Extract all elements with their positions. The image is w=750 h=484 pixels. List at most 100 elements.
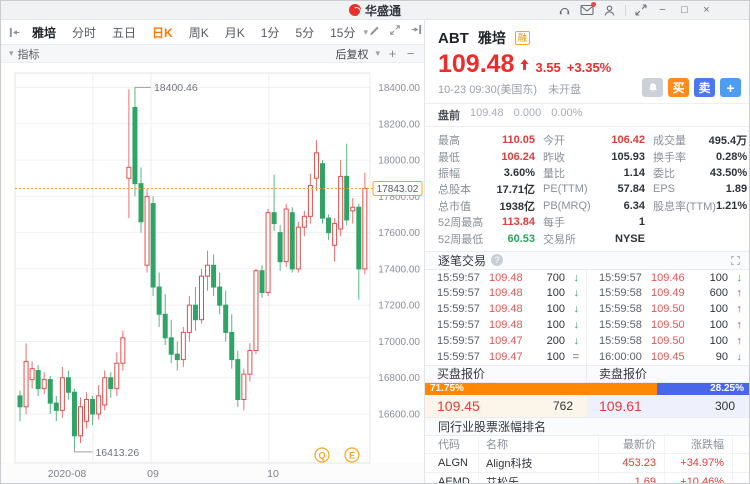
ask-quote-cell[interactable]: 109.61 300 (587, 394, 749, 417)
sell-button[interactable]: 卖 (694, 78, 715, 97)
session-status: 未开盘 (548, 84, 582, 96)
minimize-button[interactable]: − (656, 4, 669, 16)
titlebar[interactable]: 华盛通 − □ × (1, 1, 749, 20)
tab-timeline[interactable]: 分时 (64, 24, 104, 41)
premarket-pct: 0.00% (551, 107, 583, 119)
tab-stock-name[interactable]: 雅培 (25, 24, 64, 41)
industry-row-spacer (733, 473, 749, 483)
ask-ratio-segment: 28.25% (657, 382, 749, 395)
industry-name: Align科技 (479, 454, 599, 472)
tick-volume: 700 (546, 271, 565, 284)
tick-row: 15:59:58 109.50 100 ↑ (587, 317, 749, 333)
tick-direction-down-icon: ↓ (573, 319, 580, 332)
fullscreen-icon[interactable] (389, 23, 401, 41)
support-headset-icon[interactable] (558, 4, 571, 17)
industry-table: 代码 名称 最新价 涨跌幅 ALGN Align科技 453.23 +34.97% AEMD 艾松… (425, 435, 749, 483)
tab-monthly-k[interactable]: 月K (217, 24, 253, 41)
svg-text:17200.00: 17200.00 (378, 301, 420, 312)
tick-row: 15:59:57 109.47 100 = (425, 349, 586, 365)
adjust-mode-selector[interactable]: 后复权 (335, 46, 368, 62)
svg-text:E: E (349, 451, 355, 461)
industry-name: 艾松乐 (479, 472, 599, 483)
tick-price: 109.48 (489, 271, 523, 284)
svg-text:18400.00: 18400.00 (378, 83, 420, 94)
bid-ask-ratio-bar: 71.75% 28.25% (425, 382, 749, 395)
stat-cell: 今开 106.42 (543, 132, 645, 148)
tick-column-right: 15:59:57 109.46 100 ↓ 15:59:58 109.49 600 ↑ 15:5… (587, 270, 749, 365)
svg-text:10: 10 (267, 468, 279, 480)
stat-cell: 最高 110.05 (438, 132, 535, 148)
stat-label: 最低 (438, 151, 460, 164)
indicator-caret-icon[interactable]: ▾ (9, 48, 14, 59)
industry-row[interactable]: ALGN Align科技 453.23 +34.97% (425, 454, 749, 473)
svg-text:17400.00: 17400.00 (378, 264, 420, 275)
chart-tabbar: 雅培 分时 五日 日K 周K 月K 1分 5分 15分 ▾ (1, 20, 424, 45)
user-profile-icon[interactable] (603, 4, 616, 17)
ask-price: 109.61 (599, 397, 642, 414)
industry-change-pct: +34.97% (665, 454, 733, 472)
tab-weekly-k[interactable]: 周K (181, 24, 217, 41)
svg-text:17000.00: 17000.00 (378, 337, 420, 348)
bid-quote-cell[interactable]: 109.45 762 (425, 394, 587, 417)
tick-volume: 100 (546, 319, 565, 332)
stat-value: 43.50% (709, 166, 748, 179)
collapse-window-icon[interactable] (635, 4, 647, 16)
add-watchlist-button[interactable]: + (720, 78, 741, 97)
tab-15min[interactable]: 15分 (322, 24, 363, 41)
candlestick-chart[interactable]: 18400.0018200.0018000.0017800.0017600.00… (1, 63, 424, 484)
help-icon[interactable]: ? (491, 254, 504, 267)
draw-pencil-icon[interactable] (368, 23, 380, 41)
stat-cell: 52周最高 113.84 (438, 214, 535, 230)
tab-1min[interactable]: 1分 (253, 24, 288, 41)
stat-label: 振幅 (438, 167, 460, 180)
tab-5min[interactable]: 5分 (287, 24, 322, 41)
tick-row: 15:59:57 109.48 100 ↓ (425, 317, 586, 333)
expand-ticks-icon[interactable] (730, 255, 741, 266)
price-up-arrow-icon (520, 59, 530, 70)
tick-row: 15:59:58 109.50 100 ↑ (587, 333, 749, 349)
bid-volume: 762 (552, 398, 573, 413)
tick-price: 109.45 (651, 350, 685, 363)
last-price: 109.48 (438, 50, 515, 78)
tick-direction-down-icon: ↓ (573, 334, 580, 347)
svg-text:Q: Q (318, 451, 325, 461)
stock-name: 雅培 (477, 30, 506, 46)
adjust-mode-caret-icon[interactable]: ▾ (375, 48, 380, 59)
tab-five-day[interactable]: 五日 (104, 24, 144, 41)
tick-price: 109.48 (489, 319, 523, 332)
price-change: 3.55 (535, 60, 561, 75)
indicator-label[interactable]: 指标 (18, 46, 40, 62)
tick-time: 15:59:57 (437, 334, 480, 347)
svg-text:18000.00: 18000.00 (378, 156, 420, 167)
huashengtong-logo-icon (348, 4, 361, 16)
tick-column-left: 15:59:57 109.48 700 ↓ 15:59:57 109.48 100 ↓ 15:5… (425, 269, 587, 365)
bid-price: 109.45 (437, 397, 480, 414)
stat-cell: PB(MRQ) 6.34 (543, 198, 645, 214)
buy-button[interactable]: 买 (668, 78, 689, 97)
stat-label: 委比 (653, 167, 675, 180)
industry-row[interactable]: AEMD 艾松乐 1.69 +10.46% (425, 472, 749, 483)
price-alert-button[interactable] (642, 78, 663, 97)
tick-direction-down-icon: ↓ (736, 271, 743, 284)
indicator-bar: ▾ 指标 后复权 ▾ + − (1, 45, 424, 63)
tick-volume: 100 (709, 334, 728, 347)
notification-dot (591, 2, 596, 7)
tick-time: 15:59:58 (599, 303, 642, 316)
premarket-change: 0.000 (513, 107, 542, 119)
messages-mail-icon[interactable] (580, 2, 596, 16)
panel-toggle-icon[interactable] (410, 23, 423, 41)
collapse-panel-icon[interactable] (8, 26, 21, 39)
tick-price: 109.50 (651, 319, 685, 332)
svg-text:17843.02: 17843.02 (377, 184, 419, 195)
stat-value: 105.93 (611, 150, 645, 163)
maximize-button[interactable]: □ (678, 4, 691, 16)
tab-daily-k[interactable]: 日K (144, 24, 181, 41)
tick-volume: 100 (709, 319, 728, 332)
tick-time: 15:59:58 (599, 287, 642, 300)
close-button[interactable]: × (700, 4, 713, 16)
stat-cell: 昨收 105.93 (543, 148, 645, 164)
tick-direction-down-icon: ↓ (573, 303, 580, 316)
industry-table-header: 代码 名称 最新价 涨跌幅 (425, 435, 749, 455)
zoom-out-button[interactable]: − (405, 47, 416, 60)
zoom-in-button[interactable]: + (387, 47, 398, 60)
